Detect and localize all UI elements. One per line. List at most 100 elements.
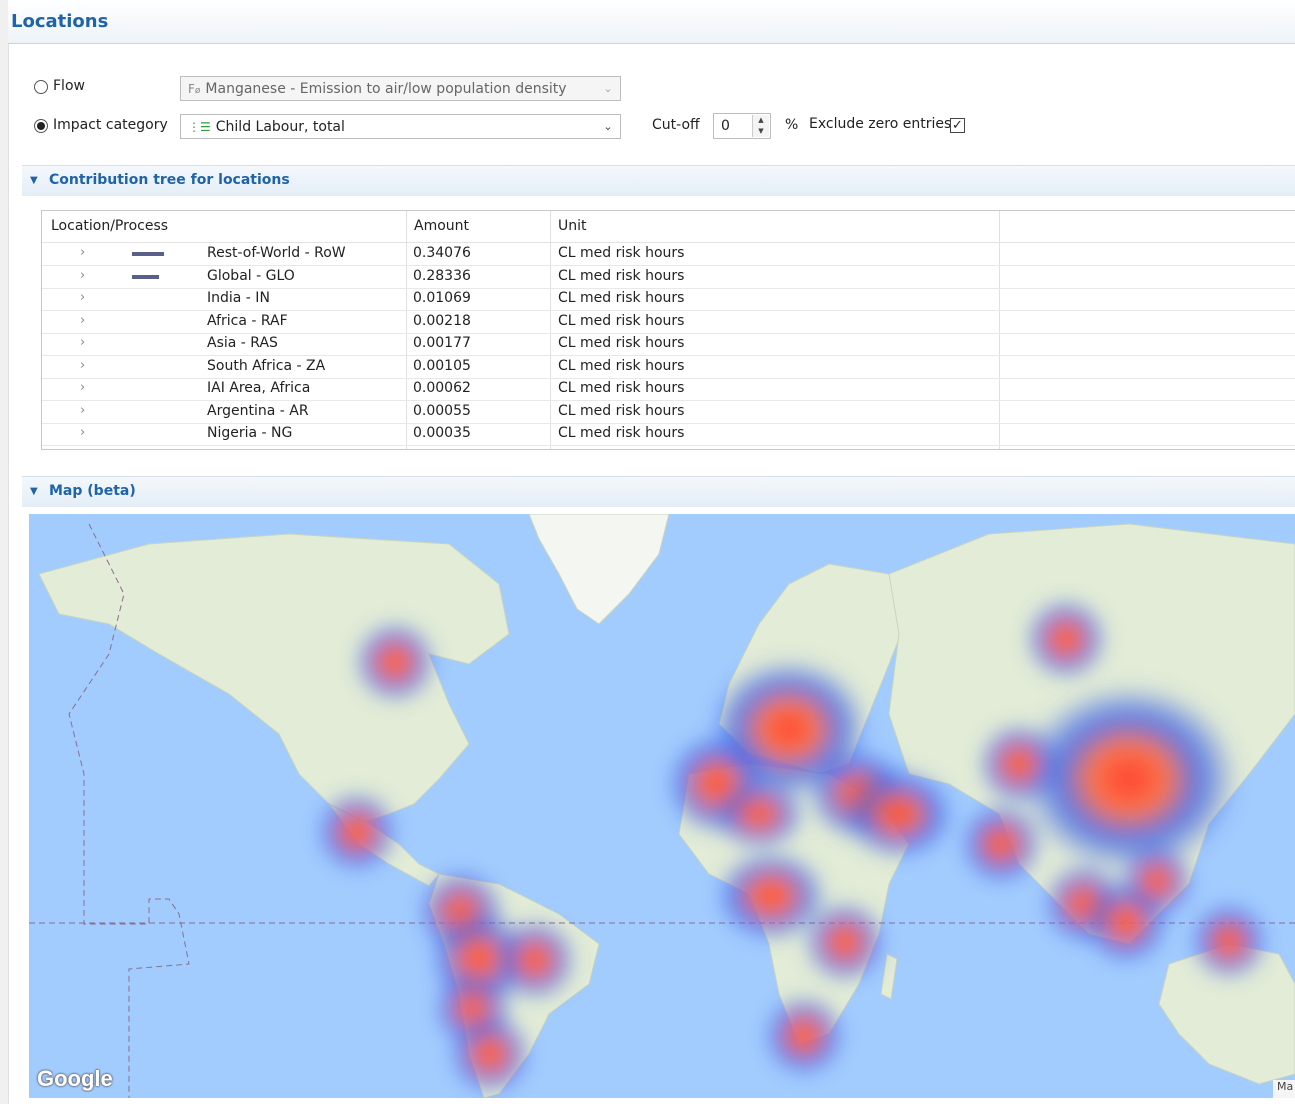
triangle-down-icon[interactable]: ▼ — [30, 175, 38, 186]
left-border — [0, 0, 9, 1104]
table-row[interactable]: › IAI Area, Africa 0.00062 CL med risk hour… — [42, 378, 1295, 401]
heat-blob — [961, 804, 1041, 884]
contribution-bar — [132, 252, 164, 256]
heat-blob — [1121, 845, 1193, 917]
google-logo: Google — [37, 1066, 113, 1091]
cell-amount: 0.00105 — [413, 357, 471, 374]
map-canvas[interactable] — [29, 514, 1295, 1098]
chevron-down-icon[interactable]: ⌄ — [600, 80, 616, 97]
cell-location: IAI Area, Africa — [207, 380, 311, 396]
cutoff-spinner[interactable]: 0 ▲ ▼ — [713, 113, 771, 139]
contribution-tree-section-header[interactable]: ▼ Contribution tree for locations — [22, 165, 1295, 196]
page-title: Locations — [11, 11, 109, 32]
cell-location: Africa - RAF — [207, 312, 288, 329]
cell-unit: CL med risk hours — [558, 357, 685, 374]
table-row[interactable]: › Global - GLO 0.28336 CL med risk hours — [42, 266, 1295, 289]
impact-category-icon: ⋮☰ — [188, 119, 211, 134]
heat-blob — [714, 779, 804, 849]
north-america-land — [38, 533, 510, 825]
impact-category-combo-value: Child Labour, total — [215, 118, 345, 135]
cell-amount: 0.00055 — [413, 402, 471, 419]
madagascar-land — [880, 953, 898, 1000]
impact-category-radio[interactable] — [34, 119, 48, 133]
table-row[interactable]: › India - IN 0.01069 CL med risk hours — [42, 288, 1295, 311]
cell-amount: 0.34076 — [413, 245, 471, 261]
cell-unit: CL med risk hours — [558, 312, 685, 329]
chevron-right-icon[interactable]: › — [80, 425, 85, 440]
chevron-right-icon[interactable]: › — [80, 268, 85, 283]
flow-radio[interactable] — [34, 80, 48, 94]
cell-amount: 0.00218 — [413, 312, 471, 329]
impact-category-label: Impact category — [53, 117, 168, 133]
cell-amount: 0.00062 — [413, 380, 471, 396]
cell-amount: 0.01069 — [413, 290, 471, 306]
percent-label: % — [785, 117, 799, 133]
heat-blob — [764, 996, 844, 1076]
chevron-right-icon[interactable]: › — [80, 403, 85, 418]
locations-page: Locations Flow Fø Manganese - Emission t… — [0, 0, 1295, 1104]
cell-location: Asia - RAS — [207, 335, 278, 351]
chevron-right-icon[interactable]: › — [80, 313, 85, 328]
cell-unit: CL med risk hours — [558, 267, 685, 284]
impact-category-combo[interactable]: ⋮☰ Child Labour, total ⌄ — [180, 114, 621, 139]
chevron-down-icon[interactable]: ⌄ — [600, 118, 616, 135]
triangle-down-icon[interactable]: ▼ — [30, 486, 38, 497]
cell-unit: CL med risk hours — [558, 380, 685, 396]
table-row[interactable]: › Nigeria - NG 0.00035 CL med risk hours — [42, 423, 1295, 446]
flow-icon: Fø — [188, 81, 201, 96]
cell-unit: CL med risk hours — [558, 335, 685, 351]
column-header-location[interactable]: Location/Process — [51, 218, 168, 234]
chevron-right-icon[interactable]: › — [80, 358, 85, 373]
table-row[interactable]: › Africa - RAF 0.00218 CL med risk hours — [42, 311, 1295, 334]
cutoff-label: Cut-off — [652, 117, 700, 133]
heat-blob — [979, 724, 1059, 804]
cell-unit: CL med risk hours — [558, 290, 685, 306]
heat-blob — [844, 769, 954, 859]
cell-location: South Africa - ZA — [207, 357, 326, 374]
chevron-right-icon[interactable]: › — [80, 290, 85, 305]
table-row[interactable]: › Asia - RAS 0.00177 CL med risk hours — [42, 333, 1295, 356]
flow-combo[interactable]: Fø Manganese - Emission to air/low popul… — [180, 76, 621, 101]
chevron-right-icon[interactable]: › — [80, 380, 85, 395]
heat-blob — [317, 792, 397, 872]
map-section-header[interactable]: ▼ Map (beta) — [22, 476, 1295, 507]
column-header-amount[interactable]: Amount — [414, 218, 469, 234]
cell-amount: 0.00177 — [413, 335, 471, 351]
heat-blob — [805, 902, 885, 982]
editor-header: Locations — [8, 0, 1295, 44]
cell-location: Global - GLO — [207, 267, 295, 284]
exclude-zero-checkbox[interactable]: ✓ — [950, 118, 965, 133]
chevron-right-icon[interactable]: › — [80, 245, 85, 260]
heat-blob — [355, 622, 435, 702]
cell-amount: 0.28336 — [413, 267, 471, 284]
heat-blob — [1191, 903, 1267, 979]
heat-blob — [495, 920, 575, 1000]
exclude-zero-label: Exclude zero entries — [809, 116, 952, 132]
map-section-title: Map (beta) — [49, 483, 136, 499]
table-row[interactable]: › South Africa - ZA 0.00105 CL med risk hou… — [42, 356, 1295, 379]
heatmap-map[interactable]: Google Ma — [29, 514, 1295, 1098]
tree-header: Location/Process Amount Unit — [42, 211, 1295, 243]
cell-location: India - IN — [207, 290, 270, 306]
cell-unit: CL med risk hours — [558, 425, 685, 441]
cell-location: Nigeria - NG — [207, 425, 293, 441]
heat-blob — [450, 1014, 530, 1094]
flow-combo-value: Manganese - Emission to air/low populati… — [205, 80, 567, 97]
cell-amount: 0.00035 — [413, 425, 471, 441]
column-header-unit[interactable]: Unit — [558, 218, 587, 234]
contribution-tree: Location/Process Amount Unit › Rest-of-Wo… — [41, 210, 1295, 450]
table-row[interactable]: › Argentina - AR 0.00055 CL med risk hours — [42, 401, 1295, 424]
cutoff-value: 0 — [721, 118, 730, 134]
contribution-bar — [132, 274, 159, 279]
chevron-right-icon[interactable]: › — [80, 335, 85, 350]
contribution-tree-section-title: Contribution tree for locations — [49, 172, 290, 188]
cell-location: Argentina - AR — [207, 402, 309, 419]
cell-unit: CL med risk hours — [558, 245, 685, 261]
spinner-down-icon[interactable]: ▼ — [753, 126, 769, 137]
map-attribution[interactable]: Ma — [1273, 1080, 1295, 1098]
cell-location: Rest-of-World - RoW — [207, 245, 346, 261]
cell-unit: CL med risk hours — [558, 402, 685, 419]
table-row[interactable]: › Rest-of-World - RoW 0.34076 CL med risk h… — [42, 243, 1295, 266]
greenland-land — [528, 514, 670, 625]
heat-blob — [1026, 599, 1106, 679]
